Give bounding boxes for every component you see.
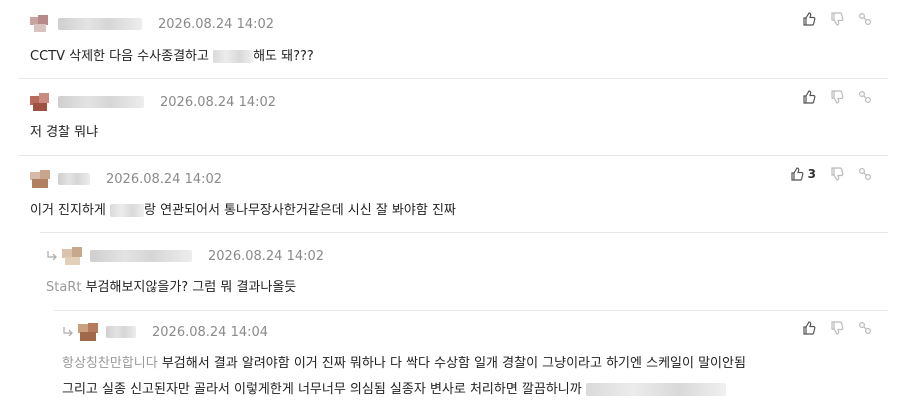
share-button[interactable] bbox=[858, 12, 872, 26]
comment-time: 2026.08.24 14:02 bbox=[106, 171, 223, 187]
comment-text: 항상칭찬만합니다 부검해서 결과 알려야함 이거 진짜 뭐하나 다 싹다 수상함… bbox=[62, 356, 746, 371]
comment-3: 2026.08.24 14:02 이거 진지하게 랑 연관되어서 통나무장사한거… bbox=[0, 156, 900, 232]
thumbs-up-icon bbox=[791, 167, 804, 181]
reply-1: 2026.08.24 14:02 StaRt 부검해보지않을가? 그럼 뭐 결과… bbox=[0, 233, 900, 310]
mention-tag[interactable]: 항상칭찬만합니다 bbox=[62, 356, 158, 371]
link-icon bbox=[858, 90, 872, 104]
dislike-button[interactable] bbox=[830, 321, 844, 335]
comment-time: 2026.08.24 14:02 bbox=[160, 94, 277, 110]
comment-text: StaRt 부검해보지않을가? 그럼 뭐 결과나올듯 bbox=[46, 280, 297, 295]
link-icon bbox=[858, 321, 872, 335]
reply-2: 2026.08.24 14:04 항상칭찬만합니다 부검해서 결과 알려야함 이… bbox=[0, 311, 900, 407]
like-button[interactable] bbox=[802, 12, 816, 26]
comment-meta: 2026.08.24 14:02 bbox=[30, 169, 222, 189]
like-count: 3 bbox=[807, 167, 816, 181]
link-icon bbox=[858, 167, 872, 181]
comment-text: 이거 진지하게 랑 연관되어서 통나무장사한거같은데 시신 잘 봐야함 진짜 bbox=[30, 203, 456, 218]
comment-text-line-2: 그리고 실종 신고된자만 골라서 이렇게한게 너무너무 의심됨 실종자 변사로 … bbox=[62, 380, 726, 400]
dislike-button[interactable] bbox=[830, 90, 844, 104]
share-button[interactable] bbox=[858, 90, 872, 104]
comment-actions bbox=[802, 12, 872, 26]
author-name[interactable] bbox=[58, 96, 144, 108]
author-name[interactable] bbox=[58, 173, 90, 185]
like-button[interactable]: 3 bbox=[790, 167, 816, 181]
redacted-text bbox=[213, 50, 254, 63]
dislike-button[interactable] bbox=[830, 167, 844, 181]
thumbs-down-icon bbox=[831, 321, 844, 335]
author-name[interactable] bbox=[58, 18, 142, 30]
avatar[interactable] bbox=[30, 170, 52, 188]
redacted-text bbox=[585, 383, 726, 396]
mention-tag[interactable]: StaRt bbox=[46, 280, 81, 295]
thumbs-up-icon bbox=[803, 12, 816, 26]
thumbs-up-icon bbox=[803, 90, 816, 104]
share-button[interactable] bbox=[858, 321, 872, 335]
comment-2: 2026.08.24 14:02 저 경찰 뭐냐 bbox=[0, 79, 900, 155]
comment-time: 2026.08.24 14:02 bbox=[158, 16, 275, 32]
comment-actions bbox=[802, 321, 872, 335]
comment-time: 2026.08.24 14:04 bbox=[152, 324, 269, 340]
comment-meta: 2026.08.24 14:02 bbox=[46, 246, 324, 266]
comment-time: 2026.08.24 14:02 bbox=[208, 248, 325, 264]
comment-meta: 2026.08.24 14:04 bbox=[62, 322, 268, 342]
thumbs-up-icon bbox=[803, 321, 816, 335]
comment-meta: 2026.08.24 14:02 bbox=[30, 92, 276, 112]
dislike-button[interactable] bbox=[830, 12, 844, 26]
comment-text: 저 경찰 뭐냐 bbox=[30, 125, 99, 140]
thumbs-down-icon bbox=[831, 90, 844, 104]
reply-arrow-icon bbox=[63, 327, 73, 337]
author-name[interactable] bbox=[90, 250, 192, 262]
comment-1: 2026.08.24 14:02 CCTV 삭제한 다음 수사종결하고 해도 돼… bbox=[0, 0, 900, 78]
reply-arrow-icon bbox=[47, 251, 57, 261]
comment-actions: 3 bbox=[790, 167, 872, 181]
author-name[interactable] bbox=[106, 326, 136, 338]
like-button[interactable] bbox=[802, 90, 816, 104]
avatar[interactable] bbox=[62, 247, 84, 265]
comment-actions bbox=[802, 90, 872, 104]
thumbs-down-icon bbox=[831, 167, 844, 181]
avatar[interactable] bbox=[30, 93, 52, 111]
avatar[interactable] bbox=[30, 15, 52, 33]
like-button[interactable] bbox=[802, 321, 816, 335]
avatar[interactable] bbox=[78, 323, 100, 341]
comment-text: CCTV 삭제한 다음 수사종결하고 해도 돼??? bbox=[30, 49, 314, 64]
comment-meta: 2026.08.24 14:02 bbox=[30, 14, 274, 34]
link-icon bbox=[858, 12, 872, 26]
redacted-text bbox=[110, 204, 145, 217]
thumbs-down-icon bbox=[831, 12, 844, 26]
share-button[interactable] bbox=[858, 167, 872, 181]
